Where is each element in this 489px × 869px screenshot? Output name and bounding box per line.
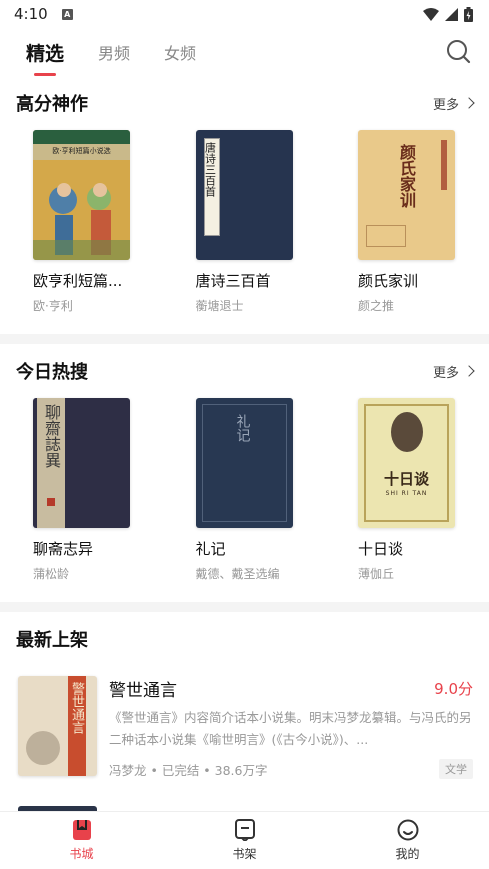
tab-male[interactable]: 男频 bbox=[98, 40, 130, 64]
book-title: 警世通言 bbox=[109, 681, 177, 701]
bookshelf-icon bbox=[234, 819, 255, 841]
section-divider bbox=[0, 602, 489, 612]
nav-bookshelf[interactable]: 书架 bbox=[205, 819, 285, 862]
section-title: 高分神作 bbox=[16, 94, 88, 115]
book-card[interactable]: 唐诗三百首 唐诗三百首 蘅塘退士 bbox=[179, 130, 309, 314]
book-author: 蒲松龄 bbox=[33, 567, 70, 581]
book-card[interactable]: 欧·亨利短篇小说选 欧亨利短篇... 欧·亨利 bbox=[16, 130, 146, 314]
book-author: 颜之推 bbox=[358, 299, 395, 313]
book-cover[interactable]: 聊齋誌異 bbox=[33, 398, 130, 528]
status-bar: 4:10 A bbox=[0, 0, 489, 28]
search-icon[interactable] bbox=[445, 38, 473, 66]
book-author: 薄伽丘 bbox=[358, 567, 395, 581]
nav-book-city[interactable]: 书城 bbox=[42, 819, 122, 862]
top-nav: 精选 男频 女频 bbox=[0, 28, 489, 76]
more-button[interactable]: 更多 bbox=[433, 362, 475, 381]
book-description: 《警世通言》内容简介话本小说集。明末冯梦龙纂辑。与冯氏的另二种话本小说集《喻世明… bbox=[109, 710, 472, 747]
book-card[interactable]: 礼记 礼记 戴德、戴圣选编 bbox=[179, 398, 309, 582]
section-high-score: 高分神作 更多 欧·亨利短篇小说选 欧亨利短篇... 欧·亨利 唐诗三百首 唐诗… bbox=[0, 76, 489, 314]
tab-female[interactable]: 女频 bbox=[164, 40, 196, 64]
list-item[interactable]: 警世通言 警世通言 9.0分 《警世通言》内容简介话本小说集。明末冯梦龙纂辑。与… bbox=[16, 666, 473, 779]
book-meta: 冯梦龙 • 已完结 • 38.6万字 bbox=[109, 762, 268, 778]
profile-icon bbox=[397, 819, 418, 841]
chevron-right-icon bbox=[463, 365, 475, 377]
section-title: 最新上架 bbox=[16, 630, 88, 651]
book-title: 十日谈 bbox=[358, 540, 404, 558]
book-card[interactable]: 聊齋誌異 聊斋志异 蒲松龄 bbox=[16, 398, 146, 582]
notification-icon: A bbox=[61, 8, 73, 20]
section-divider bbox=[0, 334, 489, 344]
book-title: 聊斋志异 bbox=[33, 540, 94, 558]
book-cover[interactable]: 礼记 bbox=[195, 398, 293, 528]
book-card[interactable]: 颜氏家训 颜氏家训 颜之推 bbox=[341, 130, 471, 314]
book-score: 9.0分 bbox=[434, 680, 473, 698]
book-author: 欧·亨利 bbox=[33, 299, 73, 313]
book-title: 颜氏家训 bbox=[358, 272, 419, 290]
book-title: 欧亨利短篇... bbox=[33, 272, 123, 290]
nav-profile[interactable]: 我的 bbox=[368, 819, 448, 862]
wifi-icon bbox=[423, 7, 439, 21]
book-cover[interactable]: 唐诗三百首 bbox=[195, 130, 293, 260]
battery-icon bbox=[464, 6, 473, 22]
section-hot: 今日热搜 更多 聊齋誌異 聊斋志异 蒲松龄 礼记 礼记 戴德、戴圣选编 十日谈 … bbox=[0, 344, 489, 582]
book-author: 蘅塘退士 bbox=[195, 299, 244, 313]
bottom-nav: 书城 书架 我的 bbox=[0, 811, 489, 869]
status-time: 4:10 bbox=[14, 5, 48, 23]
section-title: 今日热搜 bbox=[16, 362, 88, 383]
book-city-icon bbox=[72, 820, 91, 840]
chevron-right-icon bbox=[463, 97, 475, 109]
book-cover[interactable]: 颜氏家训 bbox=[358, 130, 455, 260]
more-button[interactable]: 更多 bbox=[433, 94, 475, 113]
book-title: 礼记 bbox=[195, 540, 226, 558]
category-tag: 文学 bbox=[439, 759, 473, 779]
book-cover[interactable]: 警世通言 bbox=[18, 676, 97, 776]
book-cover[interactable]: 十日谈 SHI RI TAN bbox=[358, 398, 455, 528]
book-cover[interactable]: 欧·亨利短篇小说选 bbox=[33, 130, 130, 260]
signal-icon bbox=[445, 7, 458, 21]
book-title: 唐诗三百首 bbox=[195, 272, 271, 290]
book-author: 戴德、戴圣选编 bbox=[195, 567, 280, 581]
book-card[interactable]: 十日谈 SHI RI TAN 十日谈 薄伽丘 bbox=[341, 398, 471, 582]
tab-featured[interactable]: 精选 bbox=[26, 39, 64, 66]
section-newest: 最新上架 警世通言 警世通言 9.0分 《警世通言》内容简介话本小说集。明末冯梦… bbox=[0, 612, 489, 779]
